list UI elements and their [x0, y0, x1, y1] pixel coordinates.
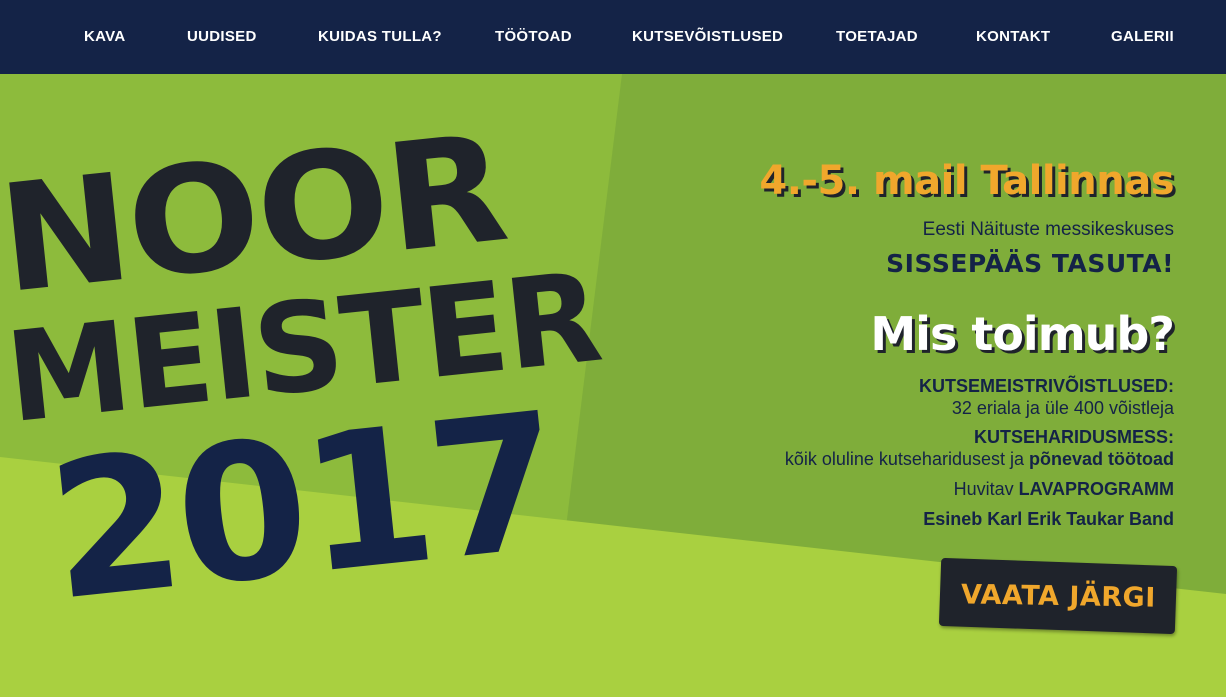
main-navigation: KAVA UUDISED KUIDAS TULLA? TÖÖTOAD KUTSE…	[0, 0, 1226, 74]
fair-text: kõik oluline kutseharidusest ja põnevad …	[785, 447, 1174, 472]
stage-program: Huvitav LAVAPROGRAMM	[954, 477, 1174, 502]
nav-item-tootoad[interactable]: TÖÖTOAD	[495, 28, 572, 45]
nav-item-kontakt[interactable]: KONTAKT	[976, 28, 1050, 45]
nav-item-kutsevoistlused[interactable]: KUTSEVÕISTLUSED	[632, 28, 783, 45]
nav-menu: KAVA UUDISED KUIDAS TULLA? TÖÖTOAD KUTSE…	[0, 0, 1226, 74]
vaata-jargi-label: VAATA JÄRGI	[960, 578, 1156, 614]
nav-item-uudised[interactable]: UUDISED	[187, 28, 257, 45]
fair-text-prefix: kõik oluline kutseharidusest ja	[784, 449, 1029, 469]
stage-prefix: Huvitav	[953, 479, 1019, 499]
stage-highlight: LAVAPROGRAMM	[1018, 479, 1174, 499]
event-venue: Eesti Näituste messikeskuses	[922, 219, 1174, 240]
nav-item-galerii[interactable]: GALERII	[1111, 28, 1174, 45]
nav-item-kava[interactable]: KAVA	[84, 28, 125, 45]
nav-item-kuidas-tulla[interactable]: KUIDAS TULLA?	[318, 28, 442, 45]
nav-item-toetajad[interactable]: TOETAJAD	[836, 28, 918, 45]
fair-text-highlight: põnevad töötoad	[1029, 449, 1174, 469]
competitions-text: 32 eriala ja üle 400 võistleja	[951, 398, 1174, 418]
program-heading: Mis toimub?	[870, 307, 1175, 361]
band-info: Esineb Karl Erik Taukar Band	[923, 509, 1174, 529]
event-date: 4.-5. mail Tallinnas	[759, 158, 1174, 204]
free-entry-label: SISSEPÄÄS TASUTA!	[886, 249, 1174, 278]
vaata-jargi-button[interactable]: VAATA JÄRGI	[938, 557, 1178, 635]
